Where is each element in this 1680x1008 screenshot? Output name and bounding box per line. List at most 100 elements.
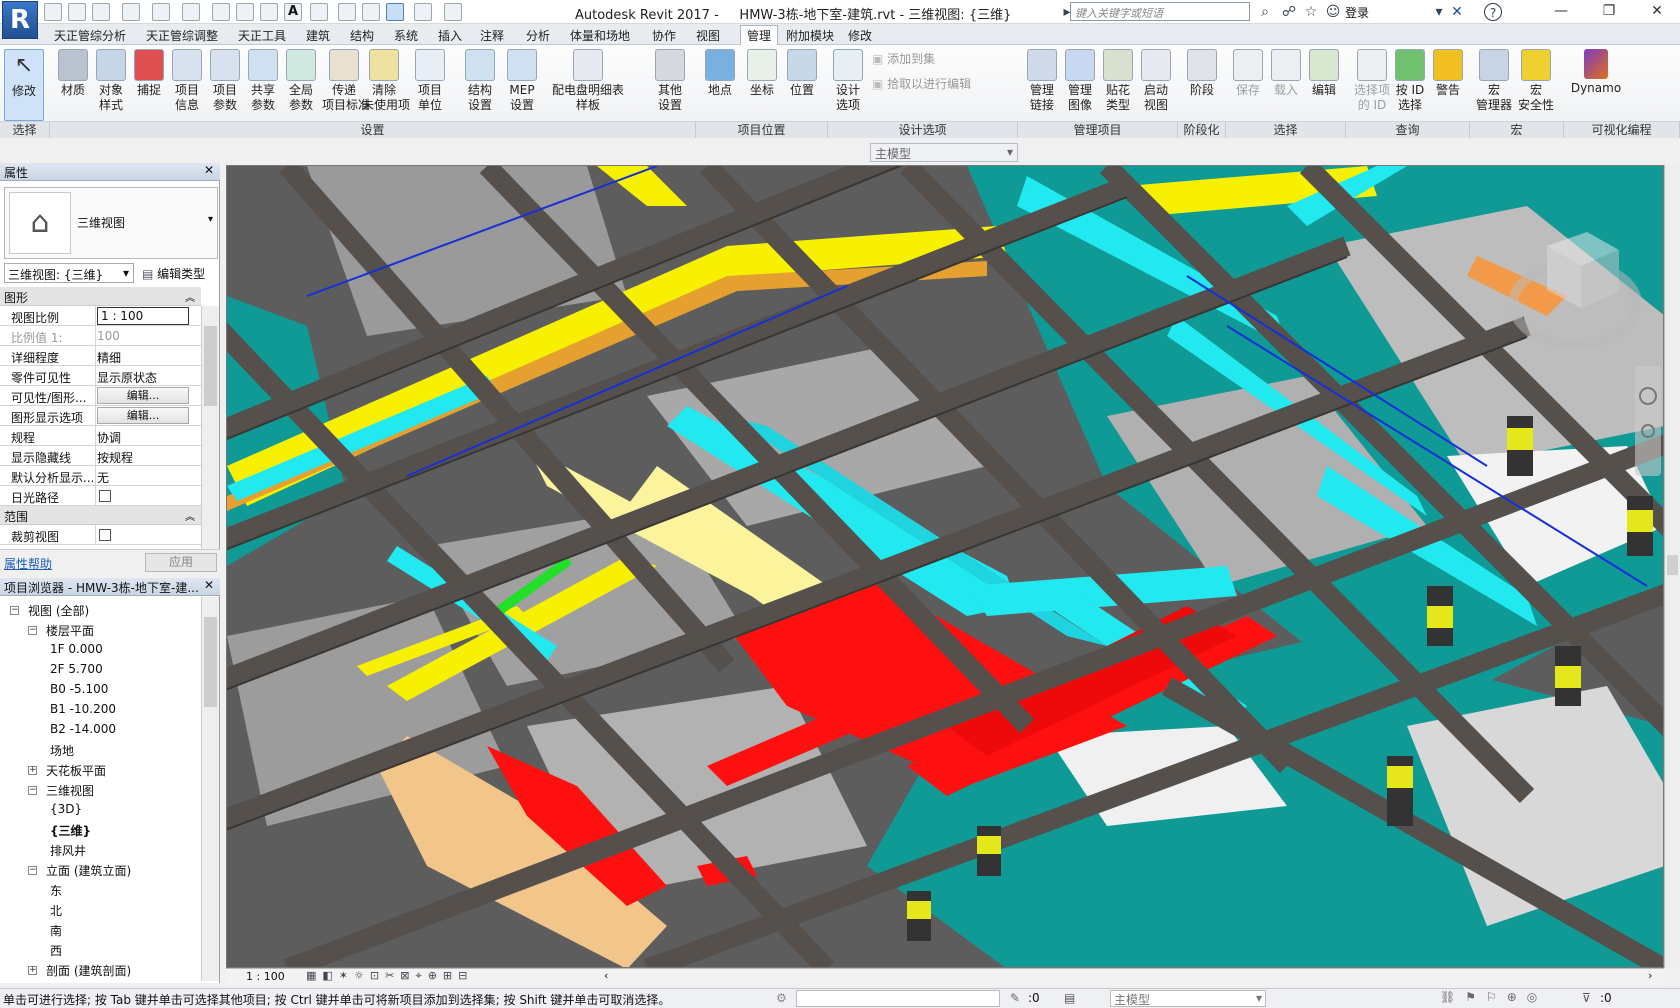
ribbon-button[interactable]: 坐标 <box>744 49 780 98</box>
tree-node[interactable]: {3D} <box>50 802 82 816</box>
text-icon[interactable]: A <box>284 3 302 21</box>
scroll-right-icon[interactable]: › <box>1648 969 1652 982</box>
tab-2[interactable]: 天正工具 <box>238 27 286 44</box>
close-properties-icon[interactable]: ✕ <box>204 163 214 177</box>
crop-view-checkbox[interactable] <box>99 529 111 541</box>
ribbon-button[interactable]: 载入 <box>1268 49 1304 98</box>
3d-view-icon[interactable] <box>310 3 328 21</box>
ribbon-button[interactable]: 选择项的 ID <box>1352 49 1392 113</box>
tree-node[interactable]: 北 <box>50 902 62 919</box>
ribbon-button[interactable]: 全局 参数 <box>283 49 319 113</box>
view-control-icons[interactable]: ▦◧✶☼⊡✂⊠⌖⊕⊞⊟ <box>306 969 473 983</box>
editable-only-icon[interactable]: ✎ <box>1010 991 1020 1005</box>
minimize-icon[interactable]: — <box>1538 0 1584 24</box>
exchange-apps-icon[interactable]: ✕ <box>1448 3 1466 21</box>
tab-1[interactable]: 天正管综调整 <box>146 27 218 44</box>
property-value[interactable]: 协调 <box>97 429 121 446</box>
type-selector[interactable]: ⌂ 三维视图 ▾ <box>4 187 218 259</box>
ribbon-button[interactable]: 按 ID 选择 <box>1390 49 1430 113</box>
tab-6[interactable]: 插入 <box>438 27 462 44</box>
tab-10[interactable]: 协作 <box>652 27 676 44</box>
ribbon-button[interactable]: 其他 设置 <box>652 49 688 113</box>
scroll-left-icon[interactable]: ‹ <box>604 969 608 982</box>
status-design-option-select[interactable]: 主模型 ▾ <box>1110 990 1266 1007</box>
selection-toggle-icons[interactable]: ⛓⚑⚐⊕◎ <box>1440 990 1547 1004</box>
design-option-icon[interactable]: ▤ <box>1064 991 1075 1005</box>
sun-path-checkbox[interactable] <box>99 490 111 502</box>
thin-lines-icon[interactable] <box>362 3 380 21</box>
ribbon-button[interactable]: 启动 视图 <box>1138 49 1174 113</box>
save-icon[interactable] <box>68 3 86 21</box>
ribbon-button[interactable]: 配电盘明细表 样板 <box>546 49 630 113</box>
tab-4[interactable]: 结构 <box>350 27 374 44</box>
favorites-star-icon[interactable]: ☆ <box>1302 3 1320 21</box>
login-link[interactable]: 登录 <box>1345 4 1369 21</box>
ribbon-button[interactable]: 贴花 类型 <box>1100 49 1136 113</box>
view-scale[interactable]: 1 : 100 <box>246 970 285 983</box>
tab-7[interactable]: 注释 <box>480 27 504 44</box>
tab-8[interactable]: 分析 <box>526 27 550 44</box>
ribbon-button[interactable]: 捕捉 <box>131 49 167 98</box>
tree-node[interactable]: 2F 5.700 <box>50 662 103 676</box>
model-3d-canvas[interactable] <box>227 166 1664 968</box>
dimension-icon[interactable] <box>236 3 254 21</box>
tree-node[interactable]: 1F 0.000 <box>50 642 103 656</box>
redo-icon[interactable] <box>152 3 170 21</box>
ribbon-button[interactable]: MEP 设置 <box>504 49 540 113</box>
tree-node[interactable]: 东 <box>50 882 62 899</box>
tab-12[interactable]: 管理 <box>740 25 779 46</box>
ribbon-button[interactable]: 宏管理器 <box>1474 49 1514 113</box>
scroll-thumb[interactable] <box>204 326 217 406</box>
ribbon-button[interactable]: 传递 项目标准 <box>322 49 370 113</box>
edit-button[interactable]: 编辑... <box>97 387 189 404</box>
worksets-icon[interactable]: ⚙ <box>776 991 787 1005</box>
apply-button[interactable]: 应用 <box>145 553 217 572</box>
ribbon-button[interactable]: 管理 图像 <box>1062 49 1098 113</box>
tree-expander-icon[interactable]: − <box>28 866 37 875</box>
viewport-scrollbar[interactable] <box>1664 165 1680 968</box>
ribbon-button[interactable]: 项目 单位 <box>412 49 448 113</box>
tab-11[interactable]: 视图 <box>696 27 720 44</box>
tag-icon[interactable] <box>260 3 278 21</box>
tab-13[interactable]: 附加模块 <box>786 27 834 44</box>
group-extents[interactable]: 范围 ︽ <box>0 506 201 525</box>
property-value[interactable]: 按规程 <box>97 449 133 466</box>
tree-node[interactable]: 西 <box>50 942 62 959</box>
ribbon-button[interactable]: 宏安全性 <box>1516 49 1556 113</box>
tree-node[interactable]: 南 <box>50 922 62 939</box>
tree-node[interactable]: 场地 <box>50 742 74 759</box>
ribbon-button[interactable]: 保存 <box>1230 49 1266 98</box>
workset-select[interactable] <box>796 990 1000 1007</box>
tab-14[interactable]: 修改 <box>848 27 872 44</box>
browser-scrollbar[interactable] <box>201 597 219 981</box>
tree-node[interactable]: B2 -14.000 <box>50 722 116 736</box>
property-value[interactable]: 精细 <box>97 349 121 366</box>
properties-scrollbar[interactable] <box>201 306 219 552</box>
property-value[interactable]: 1 : 100 <box>97 307 189 325</box>
ribbon-button[interactable]: 管理 链接 <box>1024 49 1060 113</box>
type-dropdown-icon[interactable]: ▾ <box>208 214 213 225</box>
tree-node[interactable]: 天花板平面 <box>46 762 106 779</box>
ribbon-button[interactable]: 警告 <box>1428 49 1468 98</box>
print-icon[interactable] <box>182 3 200 21</box>
group-graphics[interactable]: 图形 ︽ <box>0 287 201 306</box>
tree-node[interactable]: 视图 (全部) <box>28 602 89 619</box>
ribbon-button[interactable]: 编辑 <box>1306 49 1342 98</box>
measure-icon[interactable] <box>212 3 230 21</box>
tab-3[interactable]: 建筑 <box>306 27 330 44</box>
design-options-button[interactable]: 设计 选项 <box>828 49 868 113</box>
tree-node[interactable]: 楼层平面 <box>46 622 94 639</box>
filter-icon[interactable]: ⊽ <box>1582 991 1591 1005</box>
tree-node[interactable]: 排风井 <box>50 842 86 859</box>
section-icon[interactable] <box>338 3 356 21</box>
sync-icon[interactable] <box>92 3 110 21</box>
tree-expander-icon[interactable]: − <box>10 606 19 615</box>
tree-expander-icon[interactable]: − <box>28 786 37 795</box>
open-icon[interactable] <box>44 3 62 21</box>
tree-node[interactable]: 三维视图 <box>46 782 94 799</box>
design-option-select[interactable]: 主模型 ▾ <box>870 143 1018 162</box>
dropdown-arrow-icon[interactable]: ▾ <box>1430 3 1448 21</box>
close-browser-icon[interactable]: ✕ <box>204 578 214 592</box>
tree-node[interactable]: B1 -10.200 <box>50 702 116 716</box>
modify-button[interactable]: ↖ 修改 <box>4 49 44 121</box>
